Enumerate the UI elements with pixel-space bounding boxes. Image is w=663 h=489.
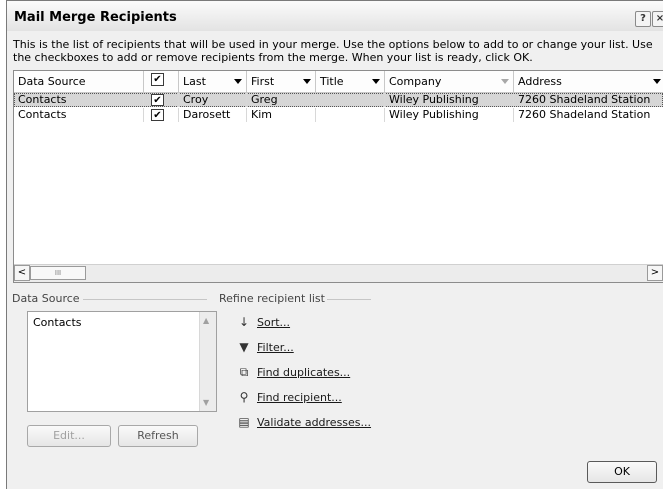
validate-addresses-icon: ▤ <box>238 415 250 429</box>
column-header-label: Data Source <box>18 75 86 88</box>
chevron-down-icon[interactable] <box>501 79 509 84</box>
cell-data-source: Contacts <box>14 93 144 107</box>
horizontal-scrollbar[interactable]: < III > <box>14 264 663 282</box>
scrollbar-thumb[interactable]: III <box>30 266 86 280</box>
cell-address: 7260 Shadeland Station <box>518 93 651 106</box>
sort-az-icon: ↓ <box>238 315 250 329</box>
select-all-checkbox[interactable]: ✔ <box>151 73 164 86</box>
row-checkbox[interactable]: ✔ <box>151 94 164 106</box>
cell-title <box>316 93 385 107</box>
chevron-down-icon[interactable] <box>372 79 380 84</box>
chevron-down-icon[interactable] <box>303 79 311 84</box>
cell-checkbox: ✔ <box>144 93 179 107</box>
refine-group-label: Refine recipient list <box>219 292 325 305</box>
table-row[interactable]: Contacts ✔ Croy Greg Wiley Publishing 72… <box>14 93 663 107</box>
scroll-up-icon[interactable]: ▲ <box>203 316 209 325</box>
data-source-group-label: Data Source <box>12 292 80 305</box>
chevron-down-icon[interactable] <box>653 79 661 84</box>
find-recipient-icon: ⚲ <box>239 390 249 404</box>
group-divider <box>83 299 207 300</box>
find-recipient-link[interactable]: Find recipient... <box>257 391 342 404</box>
column-header-data-source[interactable]: Data Source <box>14 71 144 92</box>
cell-data-source: Contacts <box>14 108 144 122</box>
cell-last: Croy <box>179 93 247 107</box>
mail-merge-recipients-dialog: Mail Merge Recipients ? × This is the li… <box>6 0 663 489</box>
row-checkbox[interactable]: ✔ <box>151 109 164 121</box>
chevron-down-icon[interactable] <box>234 79 242 84</box>
refresh-button[interactable]: Refresh <box>118 425 198 447</box>
column-header-address[interactable]: Address <box>514 71 663 92</box>
scroll-left-icon[interactable]: < <box>14 265 30 281</box>
dialog-title: Mail Merge Recipients <box>14 10 177 25</box>
help-icon[interactable]: ? <box>635 11 651 27</box>
column-header-select-all[interactable]: ✔ <box>144 71 179 92</box>
validate-addresses-link[interactable]: Validate addresses... <box>257 416 371 429</box>
column-header-label: Address <box>518 75 562 88</box>
cell-checkbox: ✔ <box>144 108 179 122</box>
dialog-description: This is the list of recipients that will… <box>13 38 653 64</box>
scroll-right-icon[interactable]: > <box>647 265 663 281</box>
cell-first: Kim <box>247 108 316 122</box>
recipient-list-grid[interactable]: Data Source ✔ Last First Title Company A… <box>13 70 663 283</box>
cell-address: 7260 Shadeland Station <box>518 108 651 121</box>
cell-title <box>316 108 385 122</box>
cell-first: Greg <box>247 93 316 107</box>
group-divider <box>327 299 371 300</box>
column-header-first[interactable]: First <box>247 71 316 92</box>
column-header-title[interactable]: Title <box>316 71 385 92</box>
column-header-label: Title <box>320 75 344 88</box>
ok-button[interactable]: OK <box>587 461 657 483</box>
cell-company: Wiley Publishing <box>385 93 514 107</box>
sort-link[interactable]: Sort... <box>257 316 290 329</box>
column-header-last[interactable]: Last <box>179 71 247 92</box>
column-header-label: First <box>251 75 275 88</box>
edit-button[interactable]: Edit... <box>27 425 111 447</box>
list-item[interactable]: Contacts <box>33 316 82 329</box>
close-icon[interactable]: × <box>652 11 663 27</box>
column-header-label: Company <box>389 75 442 88</box>
find-duplicates-icon: ⧉ <box>239 365 249 379</box>
cell-last: Darosett <box>179 108 247 122</box>
filter-link[interactable]: Filter... <box>257 341 294 354</box>
filter-icon: ▼ <box>239 340 249 354</box>
title-bar: Mail Merge Recipients ? × <box>7 1 663 31</box>
column-header-company[interactable]: Company <box>385 71 514 92</box>
find-duplicates-link[interactable]: Find duplicates... <box>257 366 350 379</box>
data-source-list[interactable]: Contacts ▲ ▼ <box>27 311 217 412</box>
column-header-label: Last <box>183 75 206 88</box>
scroll-down-icon[interactable]: ▼ <box>203 398 209 407</box>
table-row[interactable]: Contacts ✔ Darosett Kim Wiley Publishing… <box>14 108 663 122</box>
vertical-scrollbar[interactable]: ▲ ▼ <box>199 312 216 411</box>
grid-header: Data Source ✔ Last First Title Company A… <box>14 71 663 93</box>
cell-company: Wiley Publishing <box>385 108 514 122</box>
